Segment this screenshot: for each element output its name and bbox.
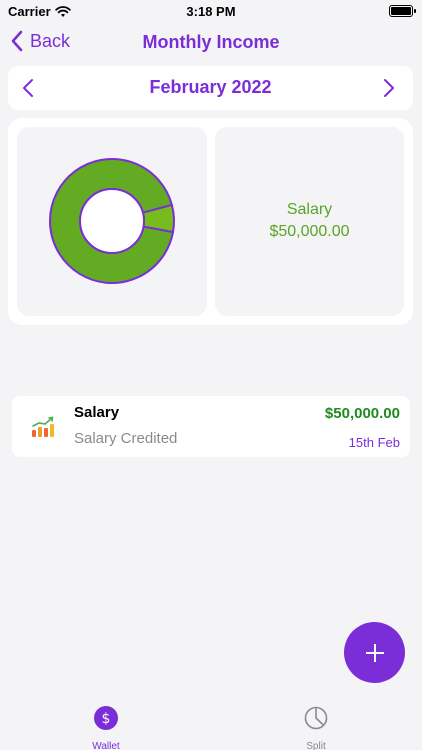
dollar-icon: $ (94, 706, 118, 730)
pie-chart-icon (304, 706, 328, 730)
tab-split-label: Split (306, 741, 326, 750)
month-selector: February 2022 (8, 66, 413, 110)
battery-icon (389, 5, 416, 17)
chart-legend: Salary $50,000.00 (215, 127, 404, 316)
transaction-date: 15th Feb (348, 435, 400, 450)
svg-text:$: $ (102, 711, 111, 727)
income-chart-icon (32, 416, 54, 437)
transaction-name: Salary (74, 404, 120, 421)
page-title: Monthly Income (142, 32, 280, 52)
transaction-row[interactable]: Salary Salary Credited $50,000.00 15th F… (12, 396, 410, 457)
legend-amount: $50,000.00 (269, 223, 350, 240)
next-month-button[interactable] (377, 77, 399, 99)
nav-bar: Back Monthly Income (0, 26, 422, 62)
tab-bar: $ Wallet Split (0, 700, 422, 750)
donut-chart (49, 158, 175, 284)
status-bar: Carrier 3:18 PM (0, 0, 422, 24)
transaction-description: Salary Credited (74, 430, 178, 447)
tab-wallet[interactable]: $ Wallet (66, 706, 146, 750)
status-time: 3:18 PM (186, 4, 236, 19)
legend-entry: Salary $50,000.00 (215, 199, 404, 243)
screen: Carrier 3:18 PM Back Monthly Income Febr… (0, 0, 422, 750)
tab-wallet-label: Wallet (92, 741, 120, 750)
chart-panel: Salary $50,000.00 (8, 118, 413, 325)
month-label: February 2022 (149, 77, 272, 97)
donut-chart-container (17, 127, 207, 316)
transaction-amount: $50,000.00 (324, 405, 400, 422)
legend-name: Salary (286, 201, 333, 218)
tab-split[interactable]: Split (276, 706, 356, 750)
donut-hole (79, 188, 145, 254)
add-transaction-button[interactable] (344, 622, 405, 683)
